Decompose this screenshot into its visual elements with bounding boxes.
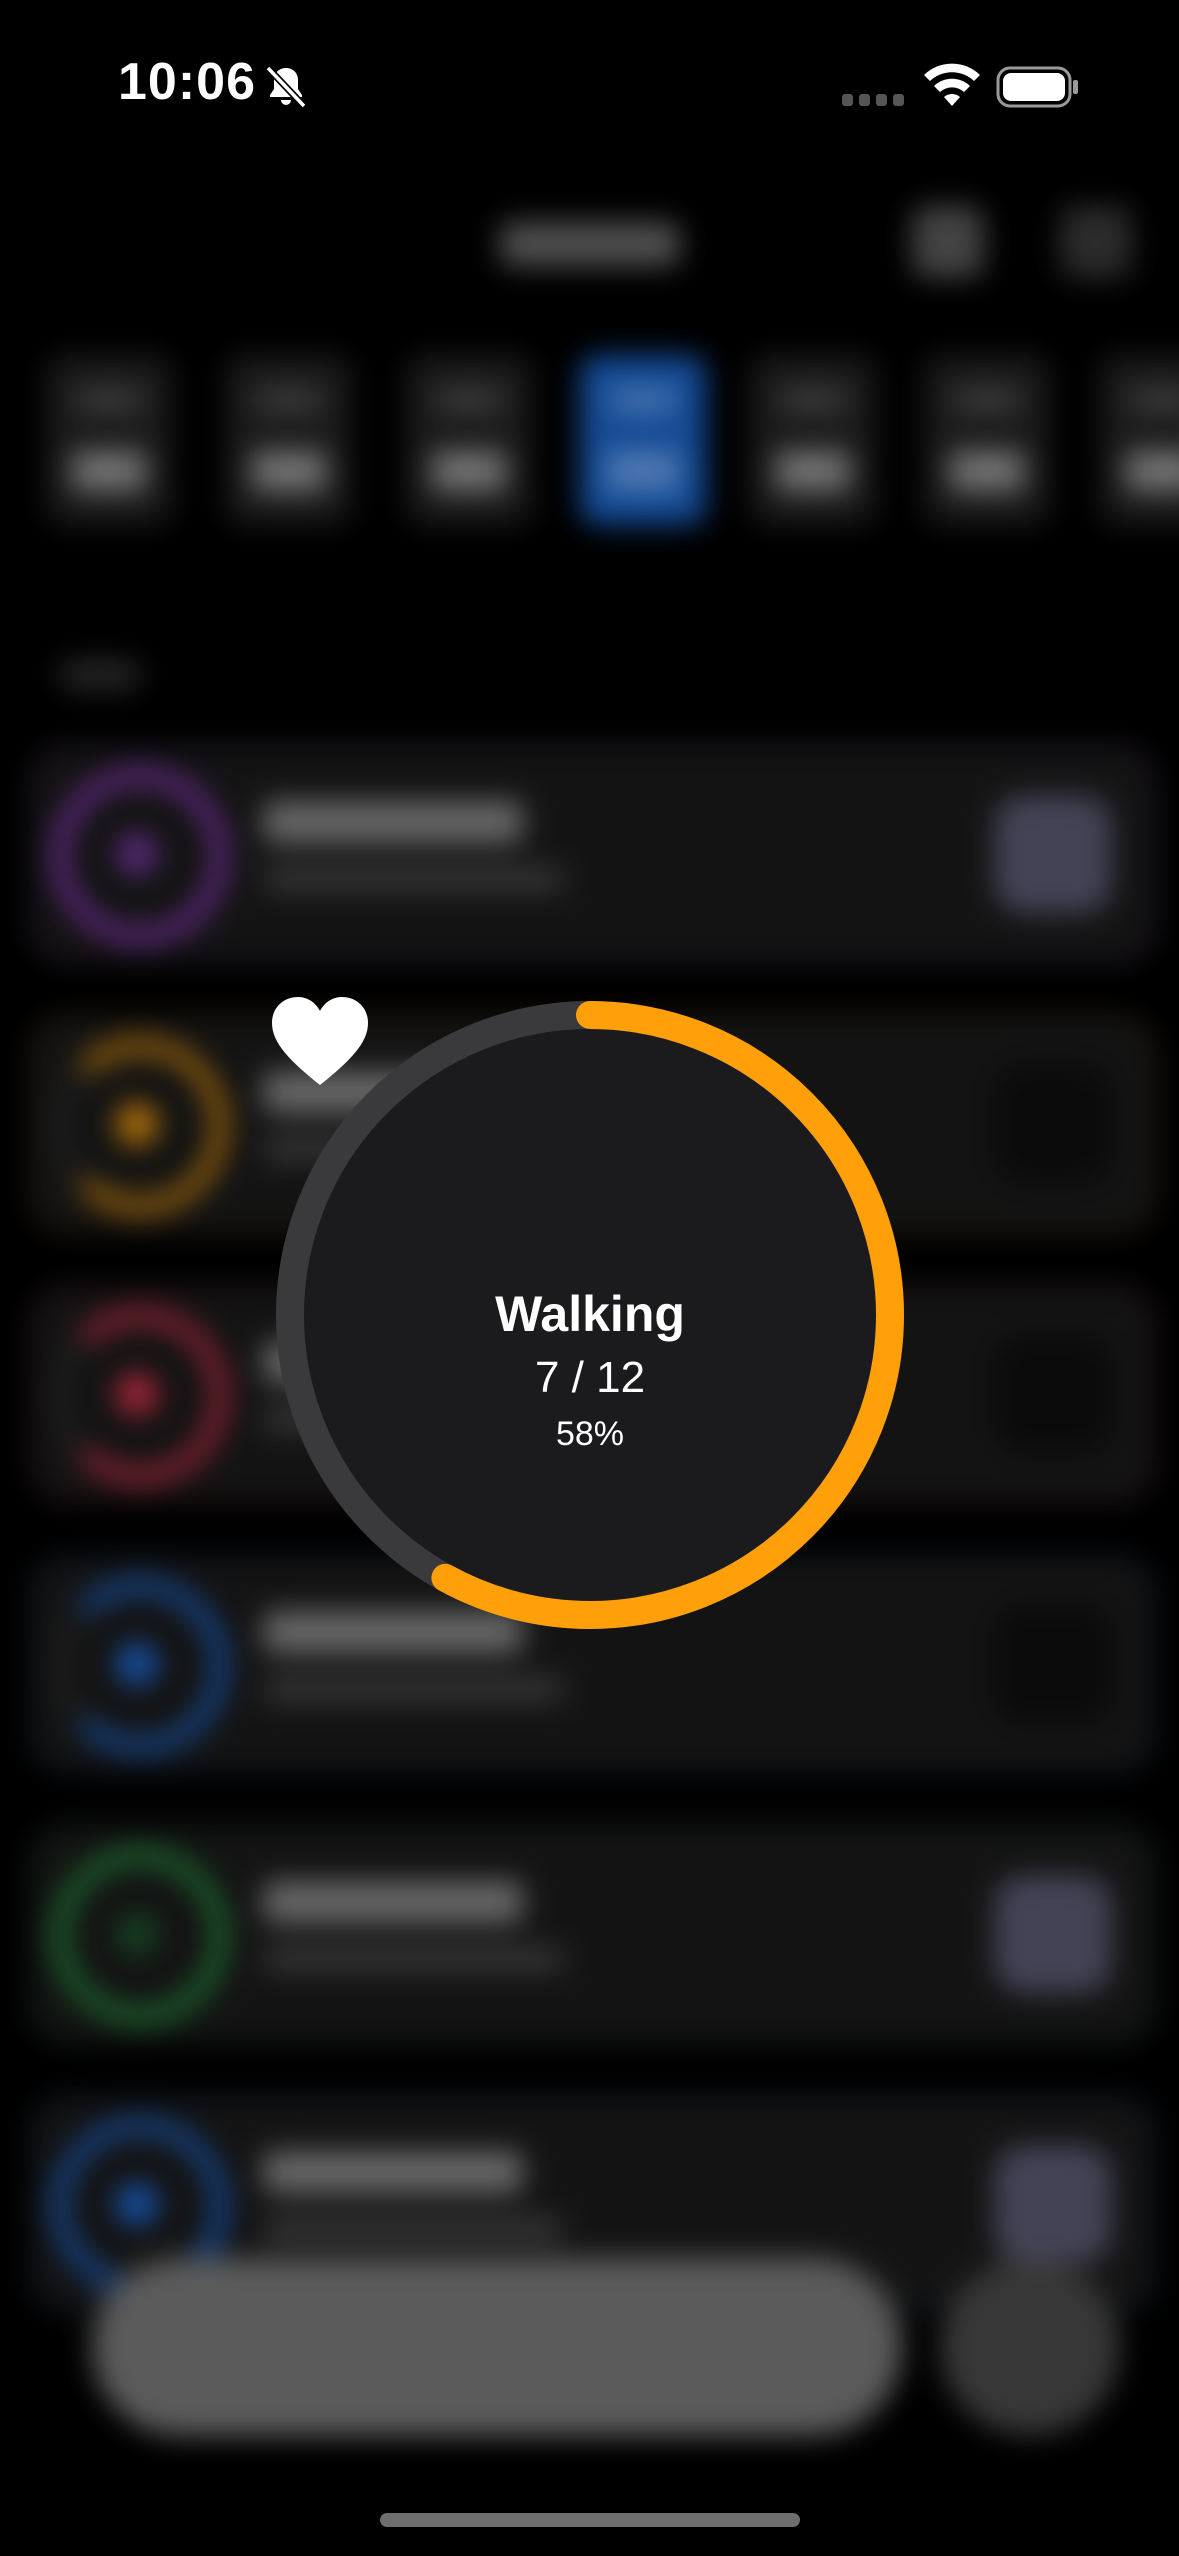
- status-time: 10:06: [118, 53, 256, 111]
- habit-count: 7 / 12: [534, 1353, 646, 1402]
- habit-percent: 58%: [555, 1415, 625, 1453]
- habit-name: Walking: [495, 1286, 685, 1342]
- bell-slash-icon: [265, 65, 307, 109]
- cellular-signal-icon: [842, 94, 904, 106]
- battery-icon: [996, 66, 1078, 108]
- status-bar: 10:06: [0, 0, 1179, 170]
- wifi-icon: [924, 63, 980, 106]
- home-indicator[interactable]: [380, 2513, 800, 2527]
- habit-progress-focus[interactable]: Walking 7 / 12 58%: [270, 995, 910, 1635]
- heart-icon: [272, 997, 368, 1085]
